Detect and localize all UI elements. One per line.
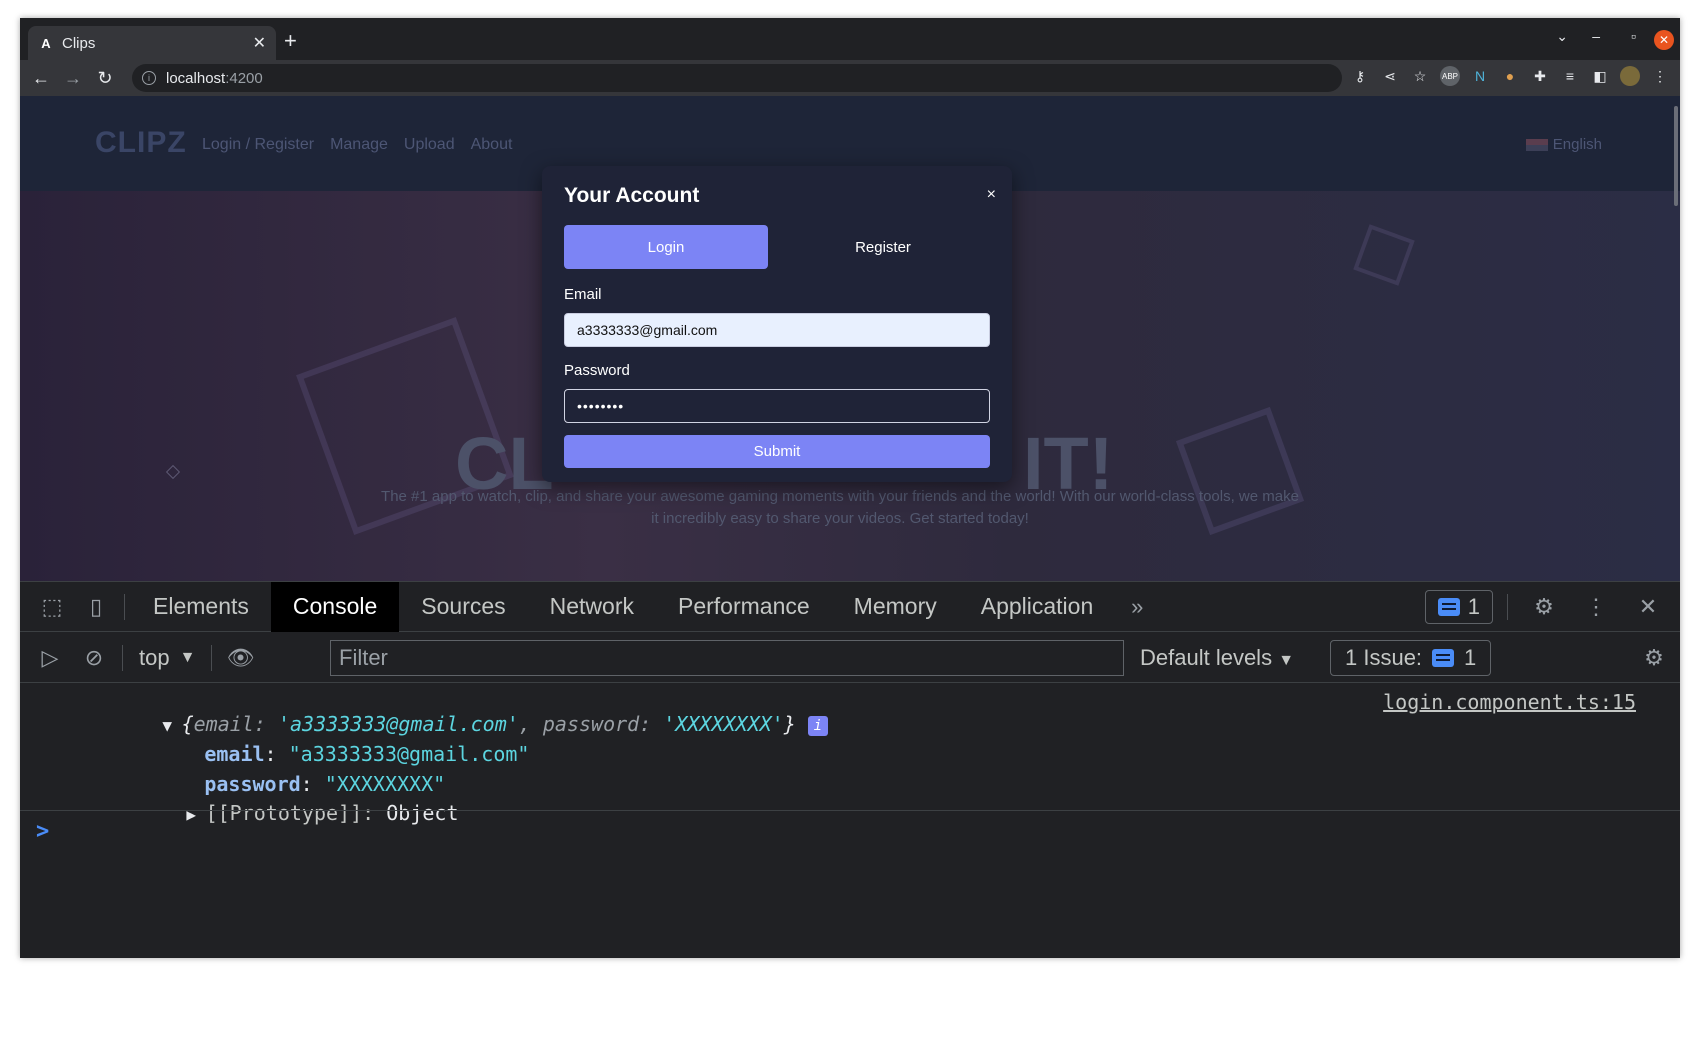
tab-search-icon[interactable]: ⌄	[1556, 28, 1568, 45]
separator	[211, 644, 213, 671]
maximize-icon[interactable]: ▫	[1631, 28, 1636, 44]
issue-message-icon	[1432, 649, 1455, 667]
messages-badge[interactable]: 1	[1424, 590, 1493, 624]
message-icon	[1437, 598, 1460, 616]
tab-register[interactable]: Register	[776, 225, 990, 269]
account-modal: Your Account × Login Register Email a333…	[542, 166, 1012, 482]
browser-toolbar: ← → ↻ i localhost:4200 ⚷ ⋖ ☆ ABP N ● ✚ ≡…	[20, 60, 1680, 96]
tab-sources[interactable]: Sources	[399, 582, 527, 632]
decorative-diamond	[165, 464, 181, 480]
inspect-element-icon[interactable]: ⬚	[30, 594, 74, 620]
nav-login-register[interactable]: Login / Register	[202, 136, 314, 154]
browser-window: A Clips ✕ + ⌄ – ▫ ✕ ← → ↻ i localhost:42…	[20, 18, 1680, 958]
site-logo[interactable]: CLIPZ	[95, 126, 187, 160]
page-scrollbar[interactable]	[1674, 106, 1678, 206]
message-count: 1	[1467, 594, 1480, 619]
new-tab-icon[interactable]: +	[284, 30, 297, 52]
decorative-square	[1353, 224, 1415, 286]
browser-menu-icon[interactable]: ⋮	[1650, 66, 1670, 86]
profile-avatar-icon[interactable]	[1620, 66, 1640, 86]
angular-favicon-icon: A	[41, 35, 51, 51]
language-label: English	[1552, 136, 1602, 153]
issues-button[interactable]: 1 Issue: 1	[1330, 640, 1492, 676]
filter-input[interactable]: Filter	[330, 640, 1124, 676]
bookmark-star-icon[interactable]: ☆	[1410, 66, 1430, 86]
submit-button[interactable]: Submit	[564, 435, 990, 468]
tab-login[interactable]: Login	[564, 225, 768, 269]
adblock-extension-icon[interactable]: ABP	[1440, 66, 1460, 86]
device-toolbar-icon[interactable]: ▯	[74, 594, 118, 620]
levels-label: Default levels	[1140, 645, 1273, 670]
tab-close-icon[interactable]: ✕	[253, 33, 266, 53]
separator	[1507, 594, 1508, 620]
us-flag-icon	[1525, 138, 1548, 151]
extensions-puzzle-icon[interactable]: ✚	[1530, 66, 1550, 86]
prompt-chevron-icon: >	[36, 819, 50, 844]
forward-icon[interactable]: →	[58, 68, 88, 89]
info-icon[interactable]: i	[807, 715, 828, 736]
log-levels-dropdown[interactable]: Default levels ▼	[1140, 645, 1294, 671]
console-filterbar: ▷ ⊘ top ▼ 👁 Filter Default levels ▼ 1 Is…	[20, 633, 1680, 683]
password-field[interactable]: ••••••••	[564, 389, 990, 423]
separator	[122, 644, 123, 671]
devtools-panel: ⬚ ▯ Elements Console Sources Network Per…	[20, 581, 1680, 958]
site-info-icon[interactable]: i	[142, 71, 156, 85]
password-label: Password	[564, 362, 630, 379]
minimize-icon[interactable]: –	[1592, 28, 1600, 44]
nav-upload[interactable]: Upload	[404, 136, 455, 154]
side-panel-icon[interactable]: ◧	[1590, 66, 1610, 86]
reload-icon[interactable]: ↻	[90, 68, 120, 89]
console-prompt[interactable]: >	[20, 810, 1680, 850]
toolbar-icons: ⚷ ⋖ ☆ ABP N ● ✚ ≡ ◧ ⋮	[1350, 66, 1670, 86]
more-tabs-icon[interactable]: »	[1115, 594, 1159, 620]
tab-console[interactable]: Console	[270, 581, 400, 632]
window-close-icon[interactable]: ✕	[1654, 30, 1674, 50]
site-nav-links: Login / Register Manage Upload About	[202, 136, 512, 154]
tab-title: Clips	[62, 34, 96, 52]
cookie-extension-icon[interactable]: ●	[1500, 66, 1520, 86]
dropdown-arrow-icon: ▼	[179, 648, 196, 666]
console-settings-gear-icon[interactable]: ⚙	[1632, 645, 1676, 671]
page-viewport: CLIPZ Login / Register Manage Upload Abo…	[20, 96, 1680, 581]
clear-console-icon[interactable]: ⊘	[72, 645, 116, 671]
tab-elements[interactable]: Elements	[131, 582, 271, 632]
nav-about[interactable]: About	[471, 136, 513, 154]
separator	[124, 593, 125, 620]
source-link[interactable]: login.component.ts:15	[1383, 690, 1636, 714]
tab-memory[interactable]: Memory	[832, 582, 959, 632]
tab-application[interactable]: Application	[959, 582, 1116, 632]
share-icon[interactable]: ⋖	[1380, 66, 1400, 86]
devtools-menu-icon[interactable]: ⋮	[1574, 594, 1618, 620]
browser-tab[interactable]: A Clips ✕	[28, 26, 276, 60]
context-label: top	[139, 644, 170, 670]
sidebar-toggle-icon[interactable]: ▷	[28, 645, 72, 671]
context-selector[interactable]: top ▼	[129, 645, 205, 671]
back-icon[interactable]: ←	[26, 68, 56, 89]
devtools-right-controls: 1 ⚙ ⋮ ✕	[1424, 582, 1680, 632]
settings-gear-icon[interactable]: ⚙	[1522, 594, 1566, 620]
tab-strip: A Clips ✕ + ⌄ – ▫ ✕	[20, 18, 1680, 60]
issues-count: 1	[1464, 645, 1477, 670]
close-devtools-icon[interactable]: ✕	[1626, 594, 1670, 620]
nav-manage[interactable]: Manage	[330, 136, 388, 154]
devtools-tabbar: ⬚ ▯ Elements Console Sources Network Per…	[20, 581, 1680, 632]
hero-subtitle: The #1 app to watch, clip, and share you…	[381, 488, 1299, 527]
n-extension-icon[interactable]: N	[1470, 66, 1490, 86]
language-selector[interactable]: English	[1525, 136, 1602, 153]
tab-performance[interactable]: Performance	[656, 582, 832, 632]
live-expression-eye-icon[interactable]: 👁	[218, 645, 262, 671]
issues-label: 1 Issue:	[1345, 645, 1423, 670]
modal-close-icon[interactable]: ×	[987, 186, 996, 204]
address-bar[interactable]: i localhost:4200	[132, 64, 1342, 92]
email-field[interactable]: a3333333@gmail.com	[564, 313, 990, 347]
dropdown-arrow-icon: ▼	[1278, 652, 1295, 669]
url-host: localhost	[166, 69, 226, 87]
password-key-icon[interactable]: ⚷	[1350, 66, 1370, 86]
email-label: Email	[564, 286, 602, 303]
reading-list-icon[interactable]: ≡	[1560, 66, 1580, 86]
url-port: :4200	[225, 69, 263, 87]
tab-network[interactable]: Network	[528, 582, 656, 632]
modal-title: Your Account	[564, 184, 700, 207]
